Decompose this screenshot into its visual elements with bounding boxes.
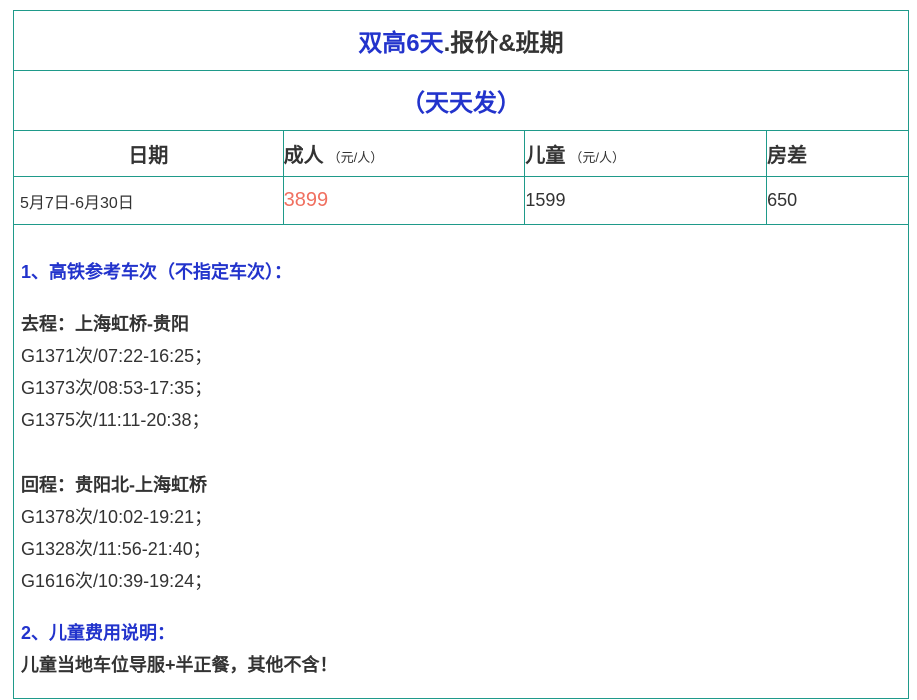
room-diff-cell: 650 [766,176,909,225]
price-table: 双高6天.报价&班期 （天天发） 日期 成人 （元/人） 儿童 （元/人） 房差 5… [13,10,909,225]
section2-heading: 2、儿童费用说明： [21,623,176,643]
outbound-label: 去程：上海虹桥-贵阳 [21,314,189,334]
notes-section: 1、高铁参考车次（不指定车次）： 去程：上海虹桥-贵阳 G1371次/07:22… [21,256,901,681]
header-adult-unit: （元/人） [327,150,384,165]
outbound-train-2: G1373次/08:53-17:35； [21,378,213,398]
header-child: 儿童 （元/人） [524,130,768,177]
return-train-1: G1378次/10:02-19:21； [21,507,213,527]
title-rest: 报价&班期 [450,30,564,57]
header-adult: 成人 （元/人） [282,130,526,177]
section2-text: 儿童当地车位导服+半正餐，其他不含！ [21,655,338,675]
child-price-cell: 1599 [524,176,768,225]
header-date: 日期 [13,130,284,177]
price-sheet: 双高6天.报价&班期 （天天发） 日期 成人 （元/人） 儿童 （元/人） 房差 5… [13,10,909,699]
table-row: 5月7日-6月30日 3899 1599 650 [13,176,909,225]
subtitle: （天天发） [13,70,909,131]
header-room: 房差 [766,130,909,177]
subtitle-row: （天天发） [13,70,909,131]
date-cell: 5月7日-6月30日 [13,176,284,225]
return-label: 回程：贵阳北-上海虹桥 [21,475,207,495]
return-train-2: G1328次/11:56-21:40； [21,539,211,559]
header-child-label: 儿童 [525,145,566,167]
header-child-unit: （元/人） [569,150,626,165]
title-row: 双高6天.报价&班期 [13,10,909,71]
outbound-train-3: G1375次/11:11-20:38； [21,410,210,430]
page-title: 双高6天.报价&班期 [13,10,909,71]
section1-heading: 1、高铁参考车次（不指定车次）： [21,262,293,282]
header-row: 日期 成人 （元/人） 儿童 （元/人） 房差 [13,130,909,177]
adult-price-cell: 3899 [282,176,526,225]
return-train-3: G1616次/10:39-19:24； [21,571,213,591]
outbound-train-1: G1371次/07:22-16:25； [21,346,213,366]
title-main: 双高6天 [358,30,444,57]
header-adult-label: 成人 [283,145,324,167]
